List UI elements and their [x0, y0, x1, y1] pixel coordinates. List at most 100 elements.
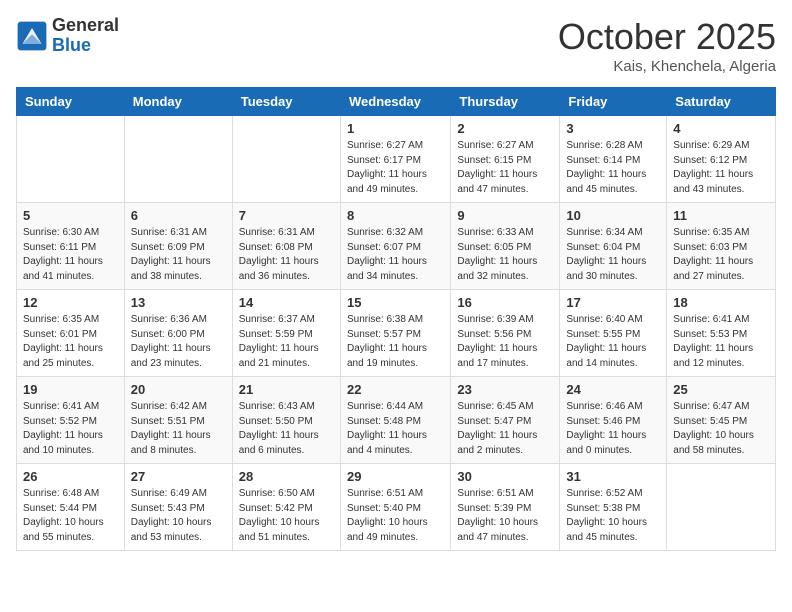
day-number: 9 — [457, 208, 553, 223]
day-info: Sunrise: 6:34 AM Sunset: 6:04 PM Dayligh… — [566, 226, 660, 284]
page-header: General Blue October 2025 Kais, Khenchel… — [16, 16, 776, 75]
calendar-cell: 9 Sunrise: 6:33 AM Sunset: 6:05 PM Daylig… — [451, 203, 560, 290]
logo: General Blue — [16, 16, 119, 56]
calendar-cell: 17 Sunrise: 6:40 AM Sunset: 5:55 PM Dayli… — [560, 290, 667, 377]
day-info: Sunrise: 6:31 AM Sunset: 6:09 PM Dayligh… — [131, 226, 226, 284]
day-number: 20 — [131, 382, 226, 397]
calendar-cell: 19Sunrise: 6:41 AM Sunset: 5:52 PM Dayli… — [17, 377, 125, 464]
day-number: 30 — [457, 469, 553, 484]
calendar-cell: 16 Sunrise: 6:39 AM Sunset: 5:56 PM Dayli… — [451, 290, 560, 377]
calendar-cell: 4 Sunrise: 6:29 AM Sunset: 6:12 PM Daylig… — [667, 116, 776, 203]
day-info: Sunrise: 6:52 AM Sunset: 5:38 PM Dayligh… — [566, 487, 660, 545]
logo-blue-text: Blue — [52, 36, 119, 56]
day-number: 26 — [23, 469, 118, 484]
day-info: Sunrise: 6:39 AM Sunset: 5:56 PM Dayligh… — [457, 313, 553, 371]
calendar-week-2: 5Sunrise: 6:30 AM Sunset: 6:11 PM Daylig… — [17, 203, 776, 290]
day-info: Sunrise: 6:40 AM Sunset: 5:55 PM Dayligh… — [566, 313, 660, 371]
calendar-cell: 20 Sunrise: 6:42 AM Sunset: 5:51 PM Dayli… — [124, 377, 232, 464]
calendar-week-4: 19Sunrise: 6:41 AM Sunset: 5:52 PM Dayli… — [17, 377, 776, 464]
calendar-cell: 26 Sunrise: 6:48 AM Sunset: 5:44 PM Dayli… — [17, 464, 125, 551]
day-number: 24 — [566, 382, 660, 397]
day-info: Sunrise: 6:49 AM Sunset: 5:43 PM Dayligh… — [131, 487, 226, 545]
day-number: 11 — [673, 208, 769, 223]
day-number: 6 — [131, 208, 226, 223]
calendar-cell: 5Sunrise: 6:30 AM Sunset: 6:11 PM Daylig… — [17, 203, 125, 290]
location-text: Kais, Khenchela, Algeria — [558, 58, 776, 75]
day-number: 16 — [457, 295, 553, 310]
day-number: 29 — [347, 469, 444, 484]
day-info: Sunrise: 6:29 AM Sunset: 6:12 PM Dayligh… — [673, 139, 769, 197]
day-info: Sunrise: 6:48 AM Sunset: 5:44 PM Dayligh… — [23, 487, 118, 545]
day-info: Sunrise: 6:47 AM Sunset: 5:45 PM Dayligh… — [673, 400, 769, 458]
day-number: 8 — [347, 208, 444, 223]
calendar-cell: 14Sunrise: 6:37 AM Sunset: 5:59 PM Dayli… — [232, 290, 340, 377]
calendar-cell: 7Sunrise: 6:31 AM Sunset: 6:08 PM Daylig… — [232, 203, 340, 290]
calendar-cell: 23Sunrise: 6:45 AM Sunset: 5:47 PM Dayli… — [451, 377, 560, 464]
day-number: 18 — [673, 295, 769, 310]
calendar-cell: 10 Sunrise: 6:34 AM Sunset: 6:04 PM Dayli… — [560, 203, 667, 290]
weekday-header-thursday: Thursday — [451, 88, 560, 116]
calendar-cell: 18 Sunrise: 6:41 AM Sunset: 5:53 PM Dayli… — [667, 290, 776, 377]
day-number: 13 — [131, 295, 226, 310]
calendar-cell: 24 Sunrise: 6:46 AM Sunset: 5:46 PM Dayli… — [560, 377, 667, 464]
day-info: Sunrise: 6:27 AM Sunset: 6:17 PM Dayligh… — [347, 139, 444, 197]
day-info: Sunrise: 6:37 AM Sunset: 5:59 PM Dayligh… — [239, 313, 334, 371]
day-number: 15 — [347, 295, 444, 310]
calendar-week-3: 12 Sunrise: 6:35 AM Sunset: 6:01 PM Dayli… — [17, 290, 776, 377]
day-info: Sunrise: 6:46 AM Sunset: 5:46 PM Dayligh… — [566, 400, 660, 458]
calendar-cell: 22 Sunrise: 6:44 AM Sunset: 5:48 PM Dayli… — [340, 377, 450, 464]
day-number: 12 — [23, 295, 118, 310]
calendar-cell: 2Sunrise: 6:27 AM Sunset: 6:15 PM Daylig… — [451, 116, 560, 203]
calendar-cell: 25Sunrise: 6:47 AM Sunset: 5:45 PM Dayli… — [667, 377, 776, 464]
day-info: Sunrise: 6:35 AM Sunset: 6:01 PM Dayligh… — [23, 313, 118, 371]
day-info: Sunrise: 6:51 AM Sunset: 5:39 PM Dayligh… — [457, 487, 553, 545]
month-title: October 2025 — [558, 16, 776, 58]
day-info: Sunrise: 6:51 AM Sunset: 5:40 PM Dayligh… — [347, 487, 444, 545]
day-info: Sunrise: 6:43 AM Sunset: 5:50 PM Dayligh… — [239, 400, 334, 458]
calendar-cell: 30 Sunrise: 6:51 AM Sunset: 5:39 PM Dayli… — [451, 464, 560, 551]
calendar-cell: 13 Sunrise: 6:36 AM Sunset: 6:00 PM Dayli… — [124, 290, 232, 377]
day-number: 5 — [23, 208, 118, 223]
day-info: Sunrise: 6:36 AM Sunset: 6:00 PM Dayligh… — [131, 313, 226, 371]
calendar-cell — [667, 464, 776, 551]
day-number: 23 — [457, 382, 553, 397]
calendar-cell: 12 Sunrise: 6:35 AM Sunset: 6:01 PM Dayli… — [17, 290, 125, 377]
day-info: Sunrise: 6:35 AM Sunset: 6:03 PM Dayligh… — [673, 226, 769, 284]
calendar-cell: 8 Sunrise: 6:32 AM Sunset: 6:07 PM Daylig… — [340, 203, 450, 290]
weekday-header-monday: Monday — [124, 88, 232, 116]
day-number: 3 — [566, 121, 660, 136]
weekday-header-wednesday: Wednesday — [340, 88, 450, 116]
calendar-cell: 3 Sunrise: 6:28 AM Sunset: 6:14 PM Daylig… — [560, 116, 667, 203]
calendar-cell: 31Sunrise: 6:52 AM Sunset: 5:38 PM Dayli… — [560, 464, 667, 551]
calendar-cell — [124, 116, 232, 203]
day-info: Sunrise: 6:50 AM Sunset: 5:42 PM Dayligh… — [239, 487, 334, 545]
day-number: 4 — [673, 121, 769, 136]
calendar-cell: 21Sunrise: 6:43 AM Sunset: 5:50 PM Dayli… — [232, 377, 340, 464]
calendar-cell: 11 Sunrise: 6:35 AM Sunset: 6:03 PM Dayli… — [667, 203, 776, 290]
calendar-cell: 1Sunrise: 6:27 AM Sunset: 6:17 PM Daylig… — [340, 116, 450, 203]
day-number: 19 — [23, 382, 118, 397]
day-number: 17 — [566, 295, 660, 310]
day-info: Sunrise: 6:32 AM Sunset: 6:07 PM Dayligh… — [347, 226, 444, 284]
weekday-header-tuesday: Tuesday — [232, 88, 340, 116]
calendar-cell — [17, 116, 125, 203]
day-info: Sunrise: 6:31 AM Sunset: 6:08 PM Dayligh… — [239, 226, 334, 284]
day-info: Sunrise: 6:28 AM Sunset: 6:14 PM Dayligh… — [566, 139, 660, 197]
day-info: Sunrise: 6:27 AM Sunset: 6:15 PM Dayligh… — [457, 139, 553, 197]
weekday-header-friday: Friday — [560, 88, 667, 116]
weekday-header-row: SundayMondayTuesdayWednesdayThursdayFrid… — [17, 88, 776, 116]
calendar-cell: 28 Sunrise: 6:50 AM Sunset: 5:42 PM Dayli… — [232, 464, 340, 551]
day-info: Sunrise: 6:33 AM Sunset: 6:05 PM Dayligh… — [457, 226, 553, 284]
calendar-cell: 27 Sunrise: 6:49 AM Sunset: 5:43 PM Dayli… — [124, 464, 232, 551]
day-info: Sunrise: 6:44 AM Sunset: 5:48 PM Dayligh… — [347, 400, 444, 458]
calendar-week-5: 26 Sunrise: 6:48 AM Sunset: 5:44 PM Dayli… — [17, 464, 776, 551]
title-section: October 2025 Kais, Khenchela, Algeria — [558, 16, 776, 75]
day-info: Sunrise: 6:41 AM Sunset: 5:53 PM Dayligh… — [673, 313, 769, 371]
day-number: 22 — [347, 382, 444, 397]
day-info: Sunrise: 6:38 AM Sunset: 5:57 PM Dayligh… — [347, 313, 444, 371]
day-number: 10 — [566, 208, 660, 223]
calendar-cell — [232, 116, 340, 203]
day-info: Sunrise: 6:42 AM Sunset: 5:51 PM Dayligh… — [131, 400, 226, 458]
day-number: 28 — [239, 469, 334, 484]
day-number: 27 — [131, 469, 226, 484]
